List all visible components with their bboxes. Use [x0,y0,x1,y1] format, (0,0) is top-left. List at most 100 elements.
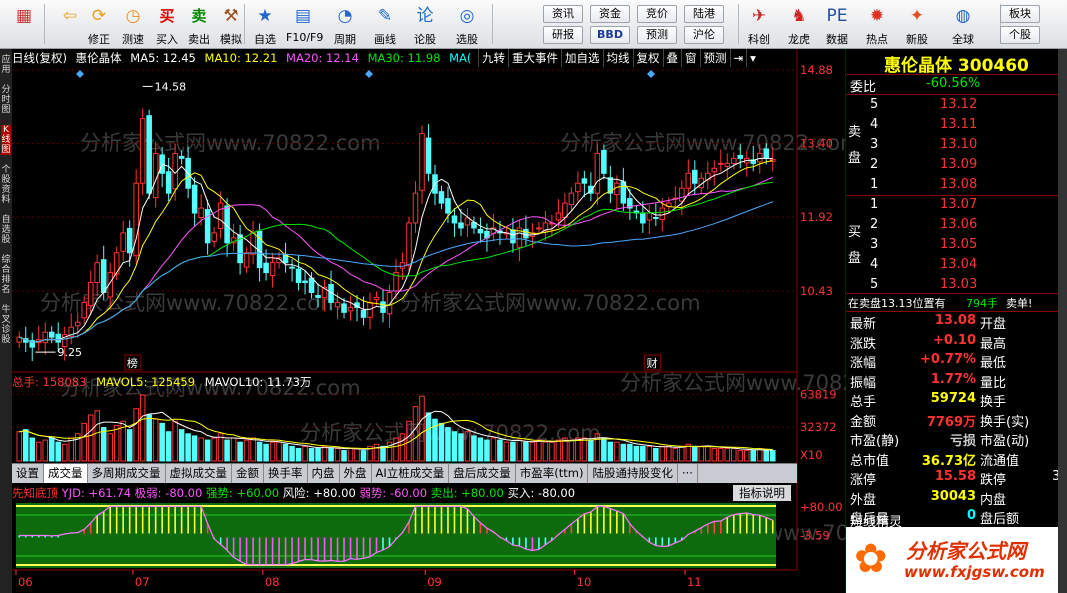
quick-button-3[interactable]: 陆港 [684,5,724,23]
left-tab-4[interactable]: 自选股 [1,215,11,245]
indicator-tab-4[interactable]: 金额 [232,464,264,483]
rocket-tool[interactable]: ✈ 科创 [742,2,776,46]
indicator-tab-0[interactable]: 设置 [12,464,44,483]
candle-body [360,309,367,318]
indicator-tab-9[interactable]: 盘后成交量 [449,464,516,483]
watermark-text: 分析家公式网www.70822.com [400,291,701,315]
buy-tool[interactable]: 买买入 [150,2,184,46]
vertical-scrollbar[interactable] [1058,49,1067,593]
quick-button-8[interactable]: 板块 [1000,5,1040,23]
quick-button-2[interactable]: 竞价 [637,5,677,23]
header-tab-5[interactable]: 叠 [662,49,682,67]
quick-button-0[interactable]: 资讯 [543,5,583,23]
dropdown-icon[interactable]: ▾ [746,49,759,67]
candle-body [243,252,250,268]
quick-button-4[interactable]: 研报 [543,26,583,44]
pen-tool[interactable]: ✎ 画线 [368,2,402,46]
volume-bar [113,424,120,462]
star-label: 自选 [254,33,276,46]
indicator-tab-5[interactable]: 换手率 [264,464,308,483]
fire-icon: ✹ [869,6,885,26]
candle-body [55,333,61,343]
left-tab-1[interactable]: 分时图 [1,85,11,115]
finance-marker-box[interactable] [644,354,662,371]
header-tab-4[interactable]: 复权 [632,49,663,67]
volume-bar [412,406,419,462]
indicator-tab-1[interactable]: 成交量 [44,464,88,483]
header-tab-2[interactable]: 加自选 [561,49,603,67]
candle-body [133,182,139,257]
quick-button-5[interactable]: BBD [590,26,630,44]
picker-tool[interactable]: ◎ 选股 [450,2,484,46]
cycle-tool[interactable]: ◔ 周期 [328,2,362,46]
volume-bar [224,439,230,462]
candle-body [464,217,471,226]
chat-tool[interactable]: 论论股 [408,2,442,46]
hammer-tool[interactable]: ⚒ 模拟 [214,2,248,46]
dragon-tool[interactable]: ♞ 龙虎 [782,2,816,46]
indicator-tab-11[interactable]: 陆股通持股变化 [588,464,678,483]
ma30-value: MA30: 11.98 [367,51,441,65]
grid-lines [12,49,847,593]
rank-marker-box[interactable] [124,354,142,371]
indicator-tab-8[interactable]: AI立桩成交量 [372,464,450,483]
volume-bar [256,441,263,462]
indicator-tab-12[interactable]: ··· [678,464,698,483]
pin-icon[interactable]: ⇥ [729,49,747,67]
left-tab-5[interactable]: 综合排名 [1,255,11,295]
left-tab-6[interactable]: 牛叉诊股 [1,305,11,345]
f10-tool[interactable]: ▤ F10/F9 [286,2,323,46]
quick-button-1[interactable]: 资金 [590,5,630,23]
volume-bar [94,410,100,462]
back-arrow-icon: ⇦ [62,6,78,26]
refresh-icon: ⟳ [91,6,107,26]
buy-price: 13.07 [940,197,978,212]
period-label[interactable]: 日线(复权) [12,51,67,65]
left-tab-0[interactable]: 应用 [1,55,11,75]
indicator-tab-6[interactable]: 内盘 [308,464,340,483]
home-tool[interactable]: ▦ [2,2,46,46]
indicator-tab-3[interactable]: 虚拟成交量 [166,464,232,483]
volume-bar [536,439,542,462]
candle-body [198,207,204,218]
rank-marker[interactable]: 榜 [127,356,138,370]
volume-bar [646,445,653,462]
quick-button-7[interactable]: 沪伦 [684,26,724,44]
pe-tool[interactable]: PE 数据 [820,2,854,46]
candle-body [289,266,295,269]
stat-label-right: 量比 [980,375,1007,391]
globe-tool[interactable]: ◍ 全球 [946,2,980,46]
buy-price: 13.04 [940,257,978,272]
fire-tool[interactable]: ✹ 热点 [860,2,894,46]
quick-button-6[interactable]: 预测 [637,26,677,44]
left-tab-3[interactable]: 个股资料 [1,165,11,205]
indicator-help-button[interactable]: 指标说明 [733,485,791,501]
volume-bar [100,427,107,462]
event-diamond[interactable] [647,70,655,78]
volume-bar [22,429,29,462]
refresh-tool[interactable]: ⟳ 修正 [82,2,116,46]
quick-button-9[interactable]: 个股 [1000,26,1040,44]
header-tab-3[interactable]: 均线 [602,49,633,67]
indicator-tab-10[interactable]: 市盈率(ttm) [516,464,589,483]
ipo-tool[interactable]: ✦ 新股 [900,2,934,46]
event-diamond[interactable] [76,70,84,78]
stat-label: 涨停 [850,473,877,488]
volume-bar [490,437,497,462]
star-tool[interactable]: ★ 自选 [248,2,282,46]
header-tab-7[interactable]: 预测 [699,49,730,67]
indicator-name[interactable]: 先知底顶 [12,486,58,500]
stat-label-right: 市盈(动) [980,434,1030,449]
indicator-tab-2[interactable]: 多周期成交量 [88,464,166,483]
header-tab-0[interactable]: 九转 [478,49,508,67]
sell-tool[interactable]: 卖卖出 [182,2,216,46]
indicator-tab-7[interactable]: 外盘 [340,464,372,483]
header-tab-1[interactable]: 重大事件 [508,49,561,67]
header-tab-6[interactable]: 窗 [681,49,700,67]
event-diamond[interactable] [365,70,373,78]
ma-lines-layer [19,157,774,343]
left-tab-2[interactable]: K线图 [1,125,11,155]
candle-body [406,222,412,267]
clock-tool[interactable]: ◷ 测速 [116,2,150,46]
finance-marker[interactable]: 财 [647,356,658,370]
